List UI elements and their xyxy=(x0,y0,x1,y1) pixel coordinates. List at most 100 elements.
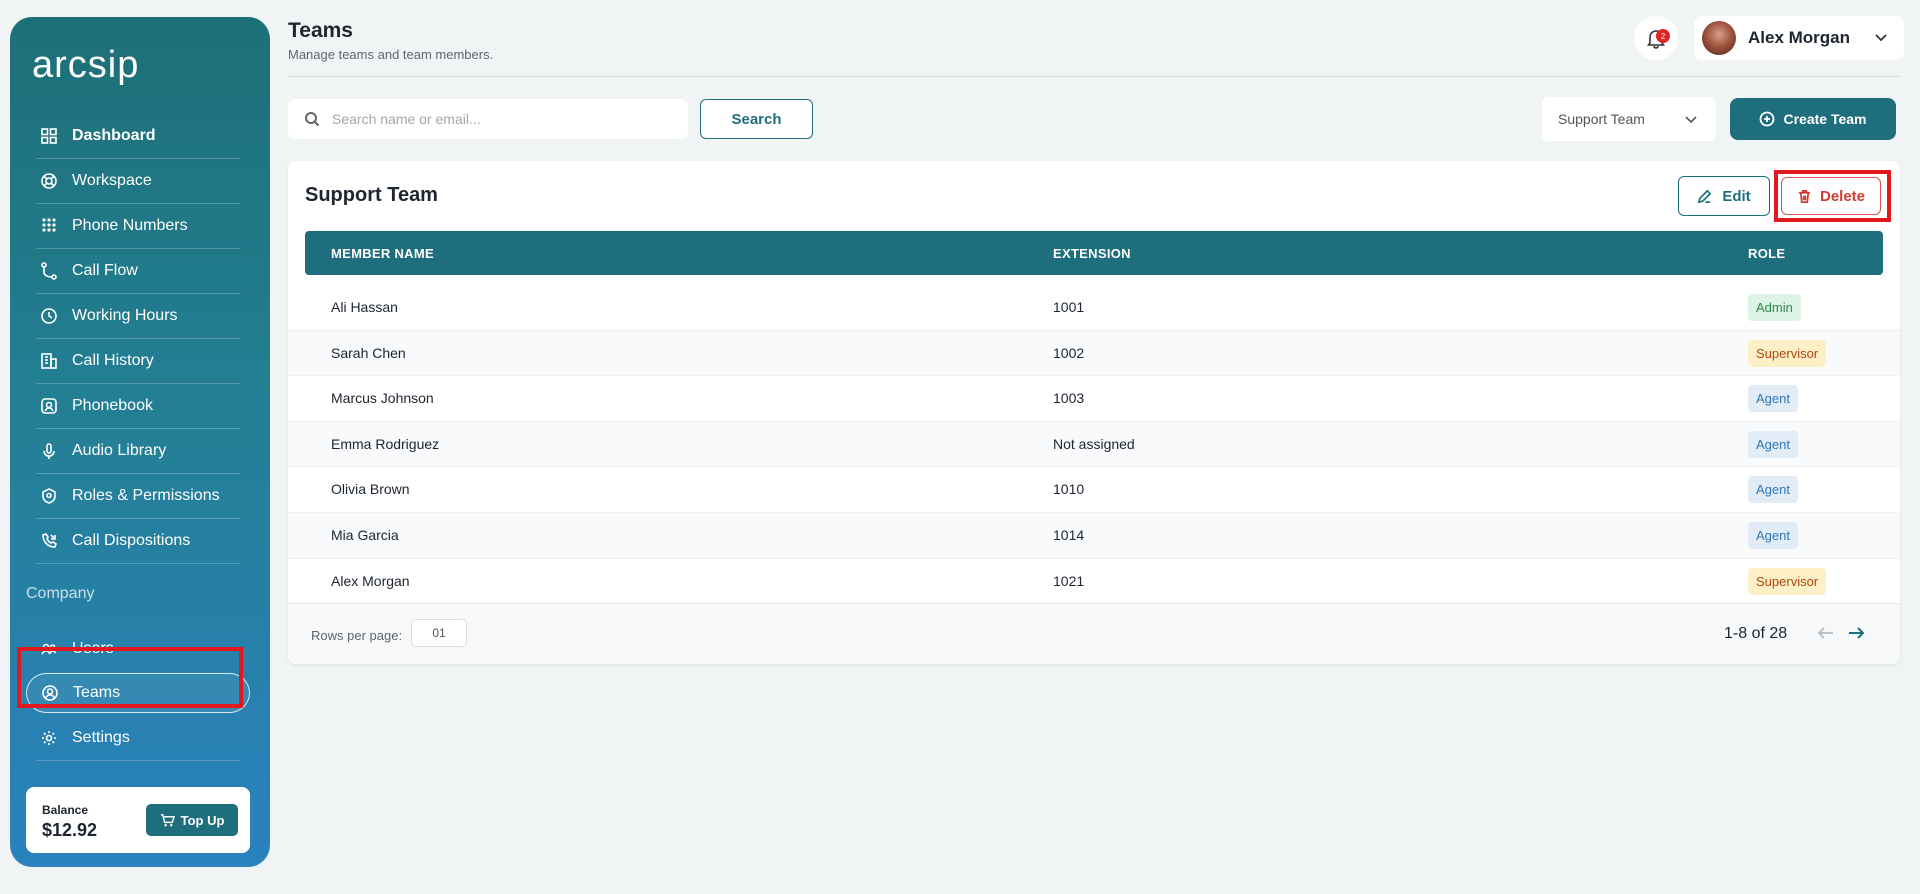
sidebar-item-call-history[interactable]: Call History xyxy=(36,339,240,384)
member-name: Olivia Brown xyxy=(331,481,410,498)
sidebar-item-label: Phonebook xyxy=(72,397,153,414)
edit-label: Edit xyxy=(1722,187,1751,205)
balance-card: Balance $12.92 Top Up xyxy=(26,787,250,853)
user-name: Alex Morgan xyxy=(1748,28,1851,47)
sidebar-item-label: Roles & Permissions xyxy=(72,487,220,504)
role-badge: Admin xyxy=(1748,294,1801,321)
rows-per-page-select[interactable]: 01 xyxy=(411,619,467,647)
notifications-button[interactable]: 2 xyxy=(1634,16,1678,60)
sidebar-item-label: Phone Numbers xyxy=(72,217,188,234)
table-footer: Rows per page: 01 1-8 of 28 xyxy=(288,603,1900,664)
sidebar-nav: Dashboard Workspace Phone Numbers Call F… xyxy=(36,114,240,564)
team-select-value: Support Team xyxy=(1558,111,1645,127)
sidebar-item-call-flow[interactable]: Call Flow xyxy=(36,249,240,294)
highlight-delete xyxy=(1774,170,1891,222)
arrow-right-icon[interactable] xyxy=(1845,622,1867,644)
chevron-down-icon xyxy=(1685,116,1697,124)
sidebar: arcsip Dashboard Workspace Phone Numbers… xyxy=(10,17,270,867)
gear-icon xyxy=(40,729,58,747)
member-name: Marcus Johnson xyxy=(331,390,434,407)
column-header-extension: EXTENSION xyxy=(1053,246,1131,261)
sidebar-item-workspace[interactable]: Workspace xyxy=(36,159,240,204)
table-row[interactable]: Ali Hassan 1001 Admin xyxy=(288,285,1900,331)
sidebar-item-label: Call History xyxy=(72,352,154,369)
phone-icon xyxy=(40,532,58,550)
table-header: MEMBER NAME EXTENSION ROLE xyxy=(305,231,1883,275)
edit-button[interactable]: Edit xyxy=(1678,176,1770,216)
section-title-company: Company xyxy=(26,585,95,602)
chevron-down-icon xyxy=(1875,34,1887,42)
arcsip-logo[interactable]: arcsip xyxy=(30,43,190,93)
sidebar-item-label: Call Dispositions xyxy=(72,532,191,549)
grid-icon xyxy=(40,127,58,145)
top-up-button[interactable]: Top Up xyxy=(146,804,238,836)
sidebar-item-phonebook[interactable]: Phonebook xyxy=(36,384,240,429)
dialpad-icon xyxy=(40,217,58,235)
table-row[interactable]: Sarah Chen 1002 Supervisor xyxy=(288,330,1900,377)
microphone-icon xyxy=(40,442,58,460)
member-name: Ali Hassan xyxy=(331,299,398,315)
sidebar-item-dashboard[interactable]: Dashboard xyxy=(36,114,240,159)
sidebar-item-label: Settings xyxy=(72,729,130,746)
header-divider xyxy=(288,76,1900,77)
member-extension: 1002 xyxy=(1053,344,1085,361)
cart-icon xyxy=(160,813,175,826)
search-input[interactable] xyxy=(332,111,672,127)
sidebar-item-label: Workspace xyxy=(72,172,152,189)
sidebar-item-roles-permissions[interactable]: Roles & Permissions xyxy=(36,474,240,519)
create-team-label: Create Team xyxy=(1783,111,1867,127)
member-name: Mia Garcia xyxy=(331,526,399,543)
member-name: Sarah Chen xyxy=(331,344,406,361)
sidebar-item-audio-library[interactable]: Audio Library xyxy=(36,429,240,474)
pagination-info: 1-8 of 28 xyxy=(1724,625,1788,642)
sidebar-item-working-hours[interactable]: Working Hours xyxy=(36,294,240,339)
plus-circle-icon xyxy=(1760,111,1775,127)
sidebar-item-label: Working Hours xyxy=(72,307,178,324)
table-row[interactable]: Mia Garcia 1014 Agent xyxy=(288,512,1900,559)
member-extension: Not assigned xyxy=(1053,435,1135,452)
sidebar-item-label: Dashboard xyxy=(72,127,156,144)
arrow-left-icon[interactable] xyxy=(1815,622,1837,644)
member-extension: 1021 xyxy=(1053,572,1085,589)
role-badge: Supervisor xyxy=(1748,567,1827,595)
sidebar-item-label: Audio Library xyxy=(72,442,167,459)
search-box xyxy=(288,99,688,139)
flow-icon xyxy=(40,262,58,280)
table-body: Ali Hassan 1001 Admin Sarah Chen 1002 Su… xyxy=(288,285,1900,605)
role-badge: Agent xyxy=(1748,476,1798,504)
table-row[interactable]: Marcus Johnson 1003 Agent xyxy=(288,376,1900,422)
table-row[interactable]: Alex Morgan 1021 Supervisor xyxy=(288,559,1900,605)
role-badge: Agent xyxy=(1748,430,1798,458)
search-button[interactable]: Search xyxy=(700,99,813,139)
role-badge: Supervisor xyxy=(1748,339,1827,367)
role-badge: Agent xyxy=(1748,385,1798,413)
notification-badge: 2 xyxy=(1656,29,1670,43)
pencil-icon xyxy=(1698,189,1712,203)
balance-value: $12.92 xyxy=(42,820,98,840)
table-row[interactable]: Olivia Brown 1010 Agent xyxy=(288,467,1900,513)
highlight-teams xyxy=(17,647,243,708)
contact-book-icon xyxy=(40,397,58,415)
member-name: Emma Rodriguez xyxy=(331,435,440,452)
sidebar-item-label: Call Flow xyxy=(72,262,138,279)
svg-text:arcsip: arcsip xyxy=(32,44,139,86)
team-card: Support Team Edit Delete MEMBER NAME EXT… xyxy=(288,161,1900,664)
building-icon xyxy=(40,352,58,370)
user-menu[interactable]: Alex Morgan xyxy=(1694,16,1904,60)
team-select[interactable]: Support Team xyxy=(1542,97,1716,141)
role-badge: Agent xyxy=(1748,521,1798,549)
column-header-name: MEMBER NAME xyxy=(331,246,434,261)
create-team-button[interactable]: Create Team xyxy=(1730,98,1896,140)
clock-icon xyxy=(40,307,58,325)
sidebar-item-call-dispositions[interactable]: Call Dispositions xyxy=(36,519,240,564)
table-row[interactable]: Emma Rodriguez Not assigned Agent xyxy=(288,421,1900,468)
member-extension: 1014 xyxy=(1053,526,1085,543)
avatar xyxy=(1702,21,1736,55)
sidebar-item-phone-numbers[interactable]: Phone Numbers xyxy=(36,204,240,249)
lifebuoy-icon xyxy=(40,172,58,190)
sidebar-item-settings[interactable]: Settings xyxy=(36,716,240,761)
team-title: Support Team xyxy=(305,184,438,206)
member-name: Alex Morgan xyxy=(331,572,410,589)
shield-icon xyxy=(40,487,58,505)
balance-label: Balance xyxy=(42,803,89,817)
